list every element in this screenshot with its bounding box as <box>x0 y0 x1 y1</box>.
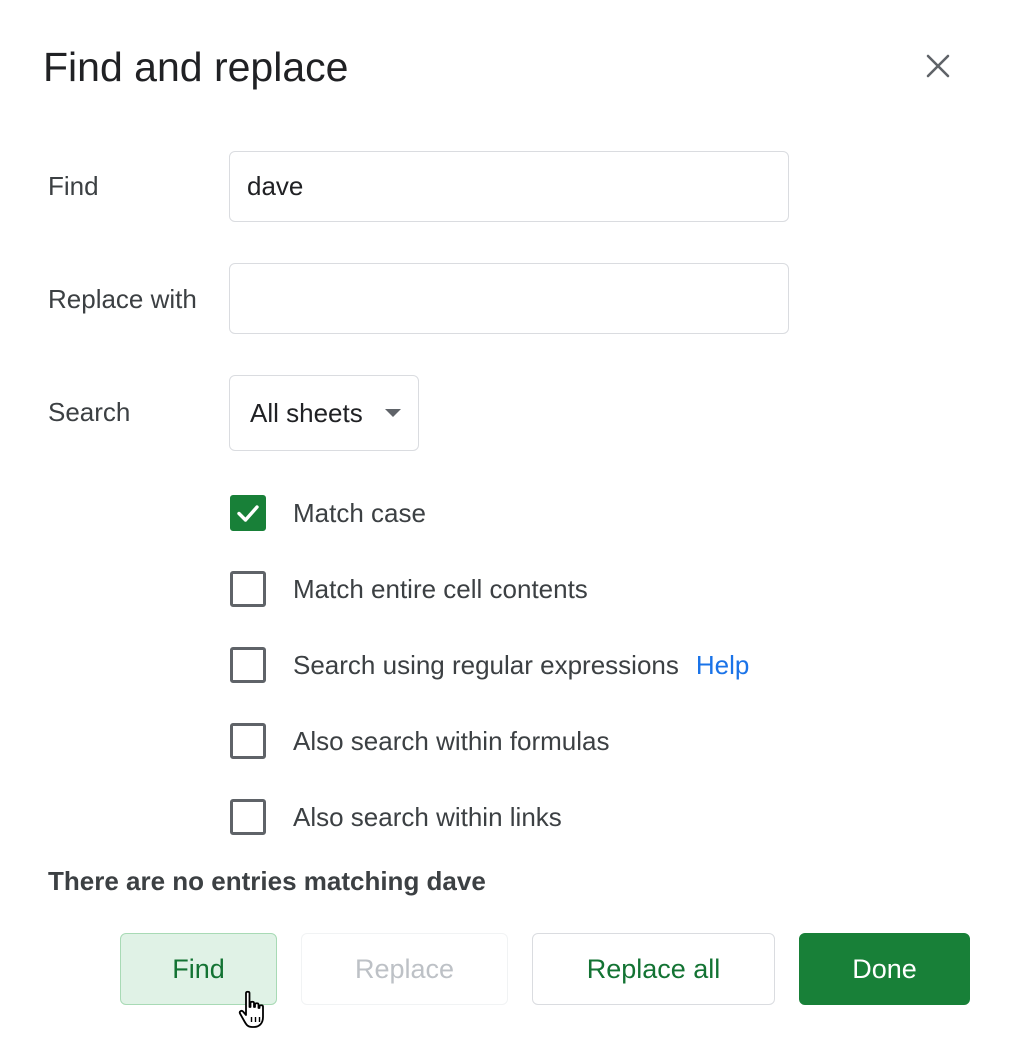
find-label: Find <box>48 171 99 201</box>
checkmark-icon <box>237 505 259 522</box>
match-entire-label: Match entire cell contents <box>293 573 588 604</box>
links-label: Also search within links <box>293 801 562 832</box>
close-icon <box>925 53 951 84</box>
status-message: There are no entries matching dave <box>48 866 486 896</box>
option-links: Also search within links <box>230 797 562 837</box>
search-label: Search <box>48 397 131 427</box>
option-regex: Search using regular expressions Help <box>230 645 749 685</box>
match-entire-checkbox[interactable] <box>230 571 266 607</box>
replace-all-button[interactable]: Replace all <box>532 933 775 1005</box>
dialog-title: Find and replace <box>43 44 349 90</box>
option-match-case: Match case <box>230 493 426 533</box>
hand-pointer-icon <box>237 990 271 1030</box>
find-replace-dialog: Find and replace Find Replace with Searc… <box>0 0 1012 1050</box>
formulas-checkbox[interactable] <box>230 723 266 759</box>
search-scope-dropdown[interactable]: All sheets <box>229 375 419 451</box>
close-button[interactable] <box>916 46 960 90</box>
regex-label: Search using regular expressions <box>293 649 679 680</box>
replace-with-label: Replace with <box>48 284 197 314</box>
match-case-label: Match case <box>293 497 426 528</box>
find-input[interactable] <box>229 151 789 222</box>
replace-button: Replace <box>301 933 508 1005</box>
replace-with-input[interactable] <box>229 263 789 334</box>
links-checkbox[interactable] <box>230 799 266 835</box>
match-case-checkbox[interactable] <box>230 495 266 531</box>
option-formulas: Also search within formulas <box>230 721 609 761</box>
search-scope-value: All sheets <box>250 397 363 428</box>
dropdown-arrow-icon <box>385 409 401 417</box>
option-match-entire: Match entire cell contents <box>230 569 588 609</box>
done-button[interactable]: Done <box>799 933 970 1005</box>
regex-checkbox[interactable] <box>230 647 266 683</box>
formulas-label: Also search within formulas <box>293 725 610 756</box>
help-link[interactable]: Help <box>696 650 749 681</box>
